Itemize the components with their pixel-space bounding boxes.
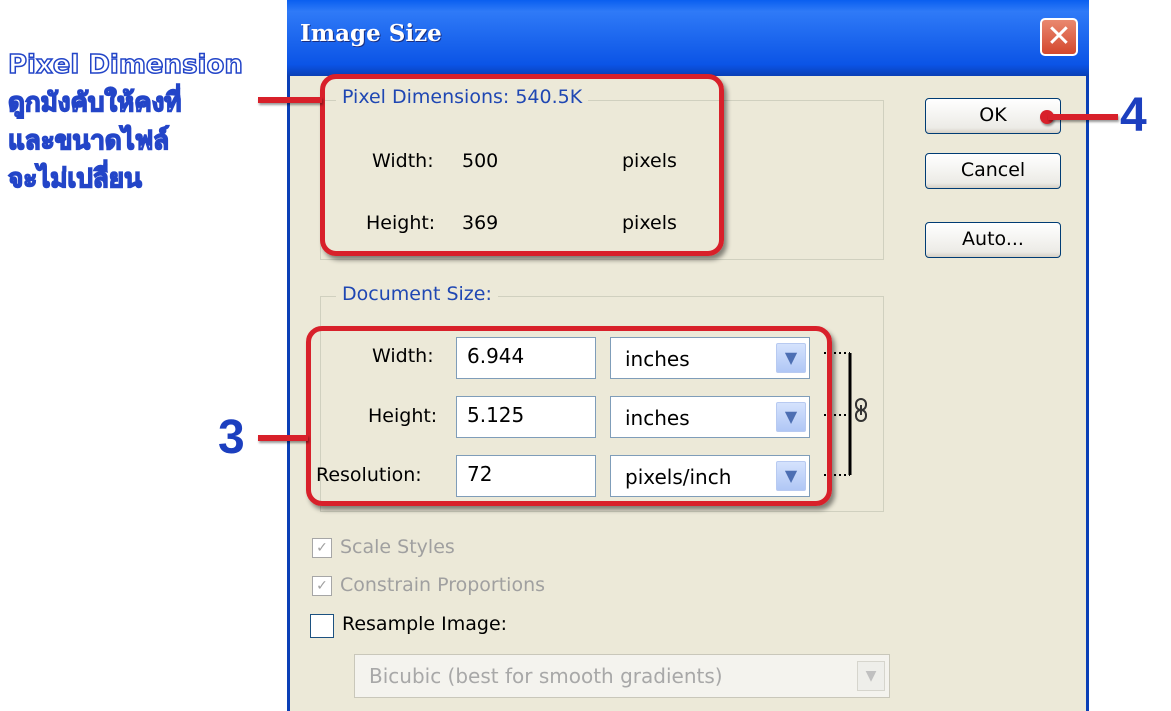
document-size-highlight bbox=[306, 326, 832, 506]
chevron-down-icon: ▼ bbox=[857, 661, 885, 691]
annotation-note-line-2: ดูกมังคับให้คงที่ bbox=[7, 87, 182, 119]
scale-styles-label: Scale Styles bbox=[340, 536, 455, 558]
annotation-note-line-4: จะไม่เปลี่ยน bbox=[7, 163, 142, 195]
auto-button[interactable]: Auto... bbox=[925, 222, 1061, 258]
close-icon: ✕ bbox=[1046, 19, 1072, 54]
scale-styles-checkbox[interactable]: ✓ bbox=[312, 538, 332, 558]
pixel-dimensions-highlight bbox=[320, 74, 724, 256]
cancel-button[interactable]: Cancel bbox=[925, 153, 1061, 189]
annotation-note-line-1: Pixel Dimension bbox=[7, 49, 243, 81]
resample-method-value: Bicubic (best for smooth gradients) bbox=[369, 664, 723, 688]
resample-image-label: Resample Image: bbox=[342, 613, 508, 635]
resample-image-checkbox[interactable] bbox=[310, 614, 334, 638]
step3-number: 3 bbox=[218, 411, 245, 464]
constrain-proportions-label: Constrain Proportions bbox=[340, 574, 546, 596]
annotation-note-line-3: และขนาดไฟล์ bbox=[7, 125, 170, 157]
dialog-title: Image Size bbox=[300, 20, 442, 47]
chain-link-icon bbox=[855, 398, 867, 422]
pixel-dimensions-connector bbox=[258, 97, 322, 103]
step4-connector bbox=[1048, 114, 1118, 120]
annotation-note: Pixel Dimension ดูกมังคับให้คงที่ และขนา… bbox=[7, 46, 278, 198]
close-button[interactable]: ✕ bbox=[1040, 18, 1078, 56]
document-size-legend: Document Size: bbox=[336, 283, 498, 305]
step3-connector bbox=[258, 435, 308, 441]
constrain-proportions-checkbox[interactable]: ✓ bbox=[312, 576, 332, 596]
resample-method-select[interactable]: Bicubic (best for smooth gradients) ▼ bbox=[354, 654, 890, 698]
step4-number: 4 bbox=[1120, 89, 1147, 142]
